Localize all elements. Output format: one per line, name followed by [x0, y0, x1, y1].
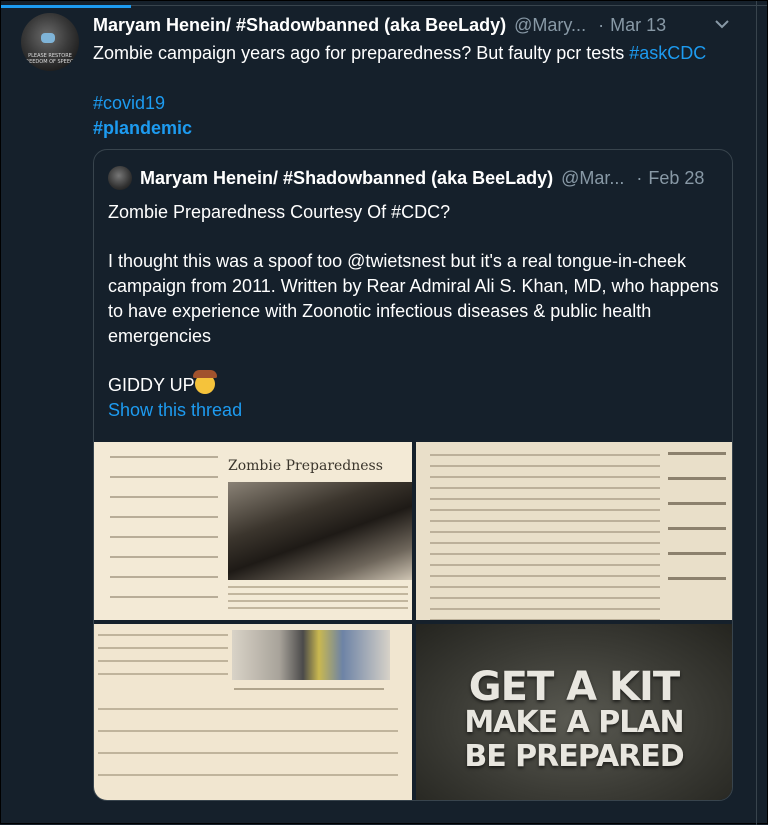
media-image-3[interactable] — [94, 624, 412, 800]
tweet-text: Zombie campaign years ago for preparedne… — [93, 41, 706, 141]
media-image-1[interactable]: Zombie Preparedness — [94, 442, 412, 620]
media-grid: Zombie Preparedness GET A KIT MAKE A PLA… — [94, 442, 732, 800]
quoted-paragraph-2: I thought this was a spoof too @twietsne… — [108, 251, 719, 346]
poster-line-2: MAKE A PLAN — [464, 705, 684, 740]
poster-line-1: GET A KIT — [468, 664, 680, 710]
avatar-caption: PLEASE RESTORE FREEDOM OF SPEECH — [22, 53, 78, 65]
sidebar-lines — [668, 452, 726, 602]
article-lines — [430, 454, 660, 620]
separator-dot: · — [598, 14, 605, 35]
author-name[interactable]: Maryam Henein/ #Shadowbanned (aka BeeLad… — [93, 15, 506, 36]
quoted-header: Maryam Henein/ #Shadowbanned (aka BeeLad… — [140, 166, 720, 190]
quoted-paragraph-1: Zombie Preparedness Courtesy Of #CDC? — [108, 202, 451, 222]
media-image-2[interactable] — [416, 442, 732, 620]
quoted-text: Zombie Preparedness Courtesy Of #CDC? I … — [108, 200, 724, 422]
mask-graphic — [41, 33, 55, 43]
quoted-date[interactable]: Feb 28 — [648, 168, 704, 189]
get-a-kit-poster: GET A KIT MAKE A PLAN BE PREPARED — [416, 664, 732, 774]
tweet-date[interactable]: Mar 13 — [610, 15, 666, 36]
quoted-author-name[interactable]: Maryam Henein/ #Shadowbanned (aka BeeLad… — [140, 168, 553, 189]
quoted-paragraph-3: GIDDY UP — [108, 375, 195, 395]
chevron-down-icon[interactable] — [711, 13, 733, 35]
author-handle[interactable]: @Mary... — [514, 15, 586, 36]
tweet-body: Zombie campaign years ago for preparedne… — [93, 43, 630, 63]
poster-line-3: BE PREPARED — [464, 739, 684, 774]
list-lines — [98, 708, 398, 796]
column-border — [756, 1, 757, 825]
media-image-4[interactable]: GET A KIT MAKE A PLAN BE PREPARED — [416, 624, 732, 800]
avatar[interactable]: PLEASE RESTORE FREEDOM OF SPEECH — [21, 13, 79, 71]
quoted-avatar[interactable] — [108, 166, 132, 190]
hashtag-covid19[interactable]: #covid19 — [93, 93, 165, 113]
nav-lines — [110, 456, 218, 616]
hashtag-plandemic[interactable]: #plandemic — [93, 118, 192, 138]
quoted-tweet[interactable]: Maryam Henein/ #Shadowbanned (aka BeeLad… — [93, 149, 733, 801]
loading-bar — [1, 5, 131, 8]
photo-caption-line — [234, 688, 384, 690]
hashtag-askcdc[interactable]: #askCDC — [629, 43, 706, 63]
supplies-photo — [232, 630, 390, 680]
tweet-header: Maryam Henein/ #Shadowbanned (aka BeeLad… — [93, 13, 731, 37]
intro-lines — [98, 634, 228, 686]
quoted-author-handle[interactable]: @Mar... — [561, 168, 624, 189]
quoted-separator-dot: · — [636, 167, 643, 188]
zombie-preparedness-title: Zombie Preparedness — [228, 458, 383, 474]
cowboy-emoji-icon — [192, 370, 217, 394]
zombie-photo — [228, 482, 412, 580]
body-lines — [228, 586, 408, 614]
show-thread-link[interactable]: Show this thread — [108, 400, 242, 421]
